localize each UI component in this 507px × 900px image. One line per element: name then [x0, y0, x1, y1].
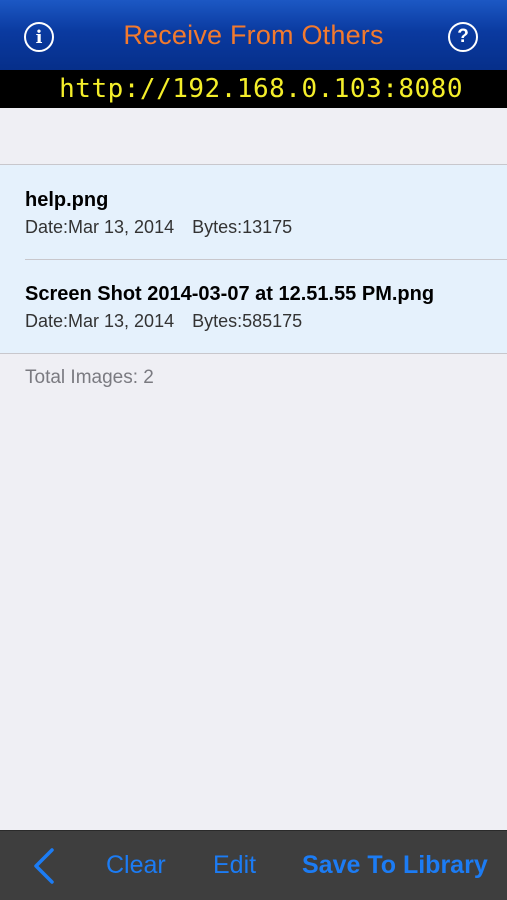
edit-button[interactable]: Edit — [213, 851, 256, 880]
save-to-library-button[interactable]: Save To Library — [302, 851, 488, 880]
file-meta: Date:Mar 13, 2014 Bytes:585175 — [25, 311, 507, 332]
total-images-label: Total Images: 2 — [25, 367, 154, 388]
chevron-left-icon — [34, 848, 54, 884]
server-url-bar: http://192.168.0.103:8080 — [0, 70, 507, 108]
navigation-bar: i Receive From Others ? — [0, 0, 507, 70]
clear-button[interactable]: Clear — [106, 851, 166, 880]
info-icon[interactable]: i — [24, 22, 54, 52]
bottom-toolbar: Clear Edit Save To Library — [0, 830, 507, 900]
back-button[interactable] — [30, 847, 58, 885]
list-item[interactable]: Screen Shot 2014-03-07 at 12.51.55 PM.pn… — [0, 259, 507, 353]
file-bytes: Bytes:13175 — [192, 217, 293, 237]
file-list: help.png Date:Mar 13, 2014 Bytes:13175 Sc… — [0, 164, 507, 354]
file-meta: Date:Mar 13, 2014 Bytes:13175 — [25, 217, 507, 238]
file-name: Screen Shot 2014-03-07 at 12.51.55 PM.pn… — [25, 283, 435, 305]
file-name: help.png — [25, 189, 109, 211]
file-date: Date:Mar 13, 2014 — [25, 217, 175, 237]
help-icon[interactable]: ? — [448, 22, 478, 52]
list-item[interactable]: help.png Date:Mar 13, 2014 Bytes:13175 — [0, 165, 507, 259]
file-bytes: Bytes:585175 — [192, 311, 303, 331]
page-title: Receive From Others — [123, 19, 384, 50]
file-date: Date:Mar 13, 2014 — [25, 311, 175, 331]
server-url: http://192.168.0.103:8080 — [59, 74, 463, 104]
